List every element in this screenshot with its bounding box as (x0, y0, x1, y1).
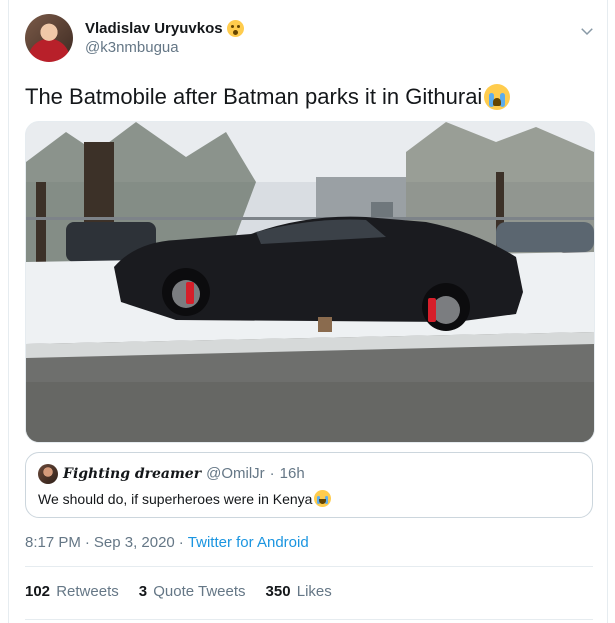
divider (25, 619, 593, 620)
tweet-card: Vladislav Uryuvkos @k3nmbugua The Batmob… (8, 0, 608, 623)
divider (25, 566, 593, 567)
quote-tweets-stat[interactable]: 3 Quote Tweets (139, 583, 246, 600)
quote-tweets-label: Quote Tweets (153, 583, 246, 600)
author-handle[interactable]: @k3nmbugua (85, 39, 244, 56)
tweet-date[interactable]: Sep 3, 2020 (94, 534, 175, 551)
tweet-header: Vladislav Uryuvkos @k3nmbugua (25, 14, 600, 68)
quoted-tweet-header: Fighting dreamer @OmilJr · 16h (63, 465, 305, 482)
meta-separator: · (84, 534, 90, 551)
quoted-author-avatar (38, 464, 58, 484)
tweet-source-link[interactable]: Twitter for Android (188, 534, 309, 551)
quoted-timestamp: 16h (279, 465, 305, 482)
retweets-count: 102 (25, 583, 51, 600)
car-photo-image (26, 122, 594, 442)
tweet-meta: 8:17 PM · Sep 3, 2020 · Twitter for Andr… (25, 534, 309, 551)
author-name-text: Vladislav Uryuvkos (85, 20, 223, 37)
tweet-photo[interactable] (25, 121, 595, 443)
quoted-author-name: Fighting dreamer (63, 466, 202, 482)
laughing-tears-emoji-icon (314, 490, 332, 507)
tweet-time[interactable]: 8:17 PM (25, 534, 81, 551)
quoted-tweet[interactable]: Fighting dreamer @OmilJr · 16h We should… (25, 452, 593, 518)
retweets-stat[interactable]: 102 Retweets (25, 583, 119, 600)
author-avatar[interactable] (25, 14, 73, 62)
retweets-label: Retweets (56, 583, 119, 600)
likes-count: 350 (265, 583, 291, 600)
likes-label: Likes (296, 583, 332, 600)
crying-face-emoji-icon (484, 84, 511, 110)
likes-stat[interactable]: 350 Likes (266, 583, 332, 600)
tweet-text-content: The Batmobile after Batman parks it in G… (25, 84, 483, 109)
quoted-separator: · (269, 465, 275, 482)
quoted-text-content: We should do, if superheroes were in Ken… (38, 490, 313, 507)
quoted-tweet-text: We should do, if superheroes were in Ken… (38, 490, 332, 507)
tweet-text: The Batmobile after Batman parks it in G… (25, 84, 511, 110)
quoted-author-handle: @OmilJr (206, 465, 265, 482)
meta-separator: · (178, 534, 184, 551)
author-display-name[interactable]: Vladislav Uryuvkos (85, 20, 244, 37)
chevron-down-icon[interactable] (578, 22, 596, 40)
tweet-stats: 102 Retweets 3 Quote Tweets 350 Likes (25, 583, 332, 600)
quote-tweets-count: 3 (138, 583, 148, 600)
author-info[interactable]: Vladislav Uryuvkos @k3nmbugua (85, 20, 244, 56)
hushed-face-emoji-icon (226, 20, 244, 37)
